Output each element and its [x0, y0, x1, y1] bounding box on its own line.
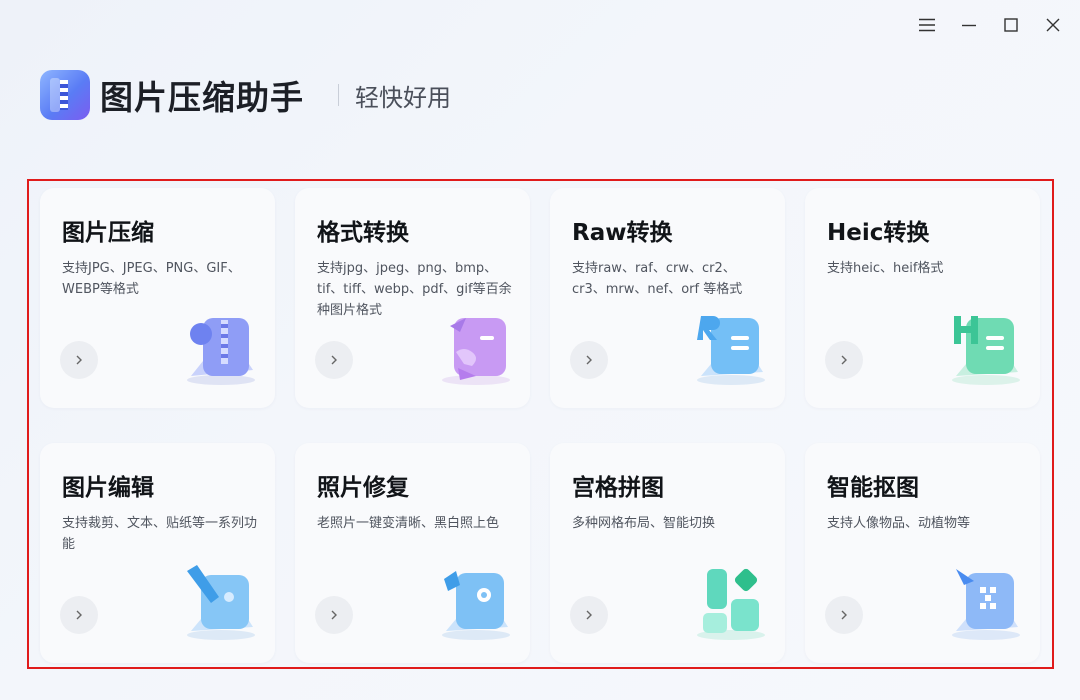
card-desc: 支持raw、raf、crw、cr2、cr3、mrw、nef、orf 等格式 — [572, 261, 743, 297]
card-desc: 支持heic、heif格式 — [827, 261, 944, 276]
app-slogan: 轻快好用 — [355, 83, 451, 112]
chevron-right-icon[interactable] — [570, 596, 608, 634]
chevron-right-icon[interactable] — [315, 341, 353, 379]
card-title: 宫格拼图 — [572, 475, 664, 501]
card-desc: 老照片一键变清晰、黑白照上色 — [317, 516, 500, 531]
heic-convert-icon — [946, 306, 1026, 386]
chevron-right-icon[interactable] — [825, 341, 863, 379]
card-title: Raw转换 — [572, 220, 673, 246]
chevron-right-icon[interactable] — [315, 596, 353, 634]
chevron-right-icon[interactable] — [60, 596, 98, 634]
close-icon[interactable] — [1042, 14, 1064, 36]
feature-card-compress[interactable]: 图片压缩 支持JPG、JPEG、PNG、GIF、WEBP等格式 — [40, 188, 275, 408]
window-controls — [916, 14, 1064, 36]
card-title: 图片压缩 — [62, 220, 154, 246]
card-title: 图片编辑 — [62, 475, 154, 501]
feature-card-photo-repair[interactable]: 照片修复 老照片一键变清晰、黑白照上色 — [295, 443, 530, 663]
card-title: 智能抠图 — [827, 475, 919, 501]
raw-convert-icon — [691, 306, 771, 386]
chevron-right-icon[interactable] — [825, 596, 863, 634]
compress-image-icon — [181, 306, 261, 386]
app-title: 图片压缩助手 — [100, 78, 304, 117]
smart-cutout-icon — [946, 561, 1026, 641]
edit-image-icon — [181, 561, 261, 641]
feature-card-heic-convert[interactable]: Heic转换 支持heic、heif格式 — [805, 188, 1040, 408]
feature-card-format-convert[interactable]: 格式转换 支持jpg、jpeg、png、bmp、tif、tiff、webp、pd… — [295, 188, 530, 408]
grid-collage-icon — [691, 561, 771, 641]
menu-icon[interactable] — [916, 14, 938, 36]
card-desc: 支持JPG、JPEG、PNG、GIF、WEBP等格式 — [62, 261, 241, 297]
card-title: 格式转换 — [317, 220, 409, 246]
convert-format-icon — [436, 306, 516, 386]
card-desc: 多种网格布局、智能切换 — [572, 516, 716, 531]
app-logo-icon — [40, 70, 90, 120]
card-desc: 支持裁剪、文本、贴纸等一系列功能 — [62, 516, 258, 552]
maximize-icon[interactable] — [1000, 14, 1022, 36]
card-title: 照片修复 — [317, 475, 409, 501]
app-header: 图片压缩助手 轻快好用 — [40, 70, 451, 120]
card-title: Heic转换 — [827, 220, 930, 246]
chevron-right-icon[interactable] — [60, 341, 98, 379]
feature-card-raw-convert[interactable]: Raw转换 支持raw、raf、crw、cr2、cr3、mrw、nef、orf … — [550, 188, 785, 408]
card-desc: 支持人像物品、动植物等 — [827, 516, 971, 531]
minimize-icon[interactable] — [958, 14, 980, 36]
title-divider — [338, 84, 339, 106]
feature-card-edit-image[interactable]: 图片编辑 支持裁剪、文本、贴纸等一系列功能 — [40, 443, 275, 663]
feature-card-smart-cutout[interactable]: 智能抠图 支持人像物品、动植物等 — [805, 443, 1040, 663]
chevron-right-icon[interactable] — [570, 341, 608, 379]
photo-repair-icon — [436, 561, 516, 641]
feature-card-grid-collage[interactable]: 宫格拼图 多种网格布局、智能切换 — [550, 443, 785, 663]
